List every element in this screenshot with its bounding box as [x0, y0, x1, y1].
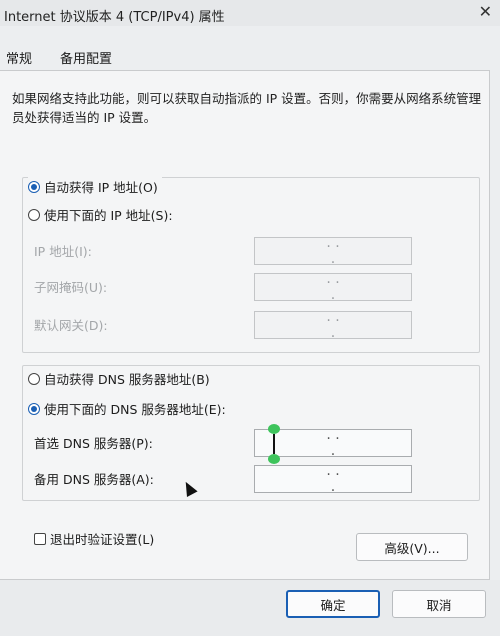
alternate-dns-field[interactable]: . . .	[254, 463, 412, 495]
general-panel: 如果网络支持此功能，则可以获取自动指派的 IP 设置。否则，你需要从网络系统管理…	[0, 70, 490, 580]
subnet-mask-label: 子网掩码(U):	[34, 280, 108, 295]
description-text: 如果网络支持此功能，则可以获取自动指派的 IP 设置。否则，你需要从网络系统管理…	[12, 91, 482, 125]
subnet-mask-field: . . .	[254, 271, 412, 303]
subnet-mask-value: . . .	[326, 271, 340, 303]
manual-ip-radio[interactable]: 使用下面的 IP 地址(S):	[28, 205, 177, 224]
manual-dns-radio[interactable]: 使用下面的 DNS 服务器地址(E):	[28, 399, 230, 418]
validate-on-exit-label: 退出时验证设置(L)	[50, 532, 155, 547]
window-title: Internet 协议版本 4 (TCP/IPv4) 属性	[4, 10, 225, 25]
ip-address-field: . . .	[254, 235, 412, 267]
checkbox-icon[interactable]	[34, 532, 46, 545]
dialog-footer: 确定 取消	[0, 580, 500, 636]
auto-ip-label: 自动获得 IP 地址(O)	[44, 180, 158, 195]
close-icon[interactable]: ✕	[479, 2, 492, 21]
manual-dns-label: 使用下面的 DNS 服务器地址(E):	[44, 402, 226, 417]
preferred-dns-field[interactable]: . . .	[254, 424, 412, 464]
radio-unselected-icon[interactable]	[28, 372, 40, 385]
alternate-dns-label: 备用 DNS 服务器(A):	[34, 472, 154, 487]
tcpipv4-properties-dialog: Internet 协议版本 4 (TCP/IPv4) 属性 ✕ 常规 备用配置 …	[0, 0, 500, 636]
alternate-dns-value: . . .	[326, 463, 340, 495]
cancel-button[interactable]: 取消	[392, 590, 486, 618]
auto-dns-radio[interactable]: 自动获得 DNS 服务器地址(B)	[28, 369, 214, 388]
default-gateway-label: 默认网关(D):	[34, 318, 108, 333]
radio-unselected-icon[interactable]	[28, 208, 40, 221]
auto-dns-label: 自动获得 DNS 服务器地址(B)	[44, 372, 210, 387]
preferred-dns-value: . . .	[326, 427, 340, 459]
validate-on-exit-checkbox[interactable]: 退出时验证设置(L)	[34, 529, 154, 548]
manual-ip-label: 使用下面的 IP 地址(S):	[44, 208, 173, 223]
default-gateway-field: . . .	[254, 309, 412, 341]
preferred-dns-label: 首选 DNS 服务器(P):	[34, 436, 153, 451]
title-bar: Internet 协议版本 4 (TCP/IPv4) 属性 ✕	[0, 0, 500, 26]
ok-button[interactable]: 确定	[286, 590, 380, 618]
auto-ip-radio[interactable]: 自动获得 IP 地址(O)	[28, 177, 162, 196]
default-gateway-value: . . .	[326, 309, 340, 341]
radio-selected-icon[interactable]	[28, 402, 40, 415]
ip-address-value: . . .	[326, 235, 340, 267]
advanced-button[interactable]: 高级(V)...	[356, 533, 468, 561]
selection-handle-bottom[interactable]	[268, 454, 280, 464]
ip-address-label: IP 地址(I):	[34, 244, 92, 259]
radio-selected-icon[interactable]	[28, 180, 40, 193]
text-caret	[273, 434, 275, 454]
tab-alternate-configuration[interactable]: 备用配置	[60, 48, 112, 67]
tab-general[interactable]: 常规	[6, 48, 32, 67]
selection-handle-top[interactable]	[268, 424, 280, 434]
tab-strip: 常规 备用配置	[0, 44, 500, 70]
